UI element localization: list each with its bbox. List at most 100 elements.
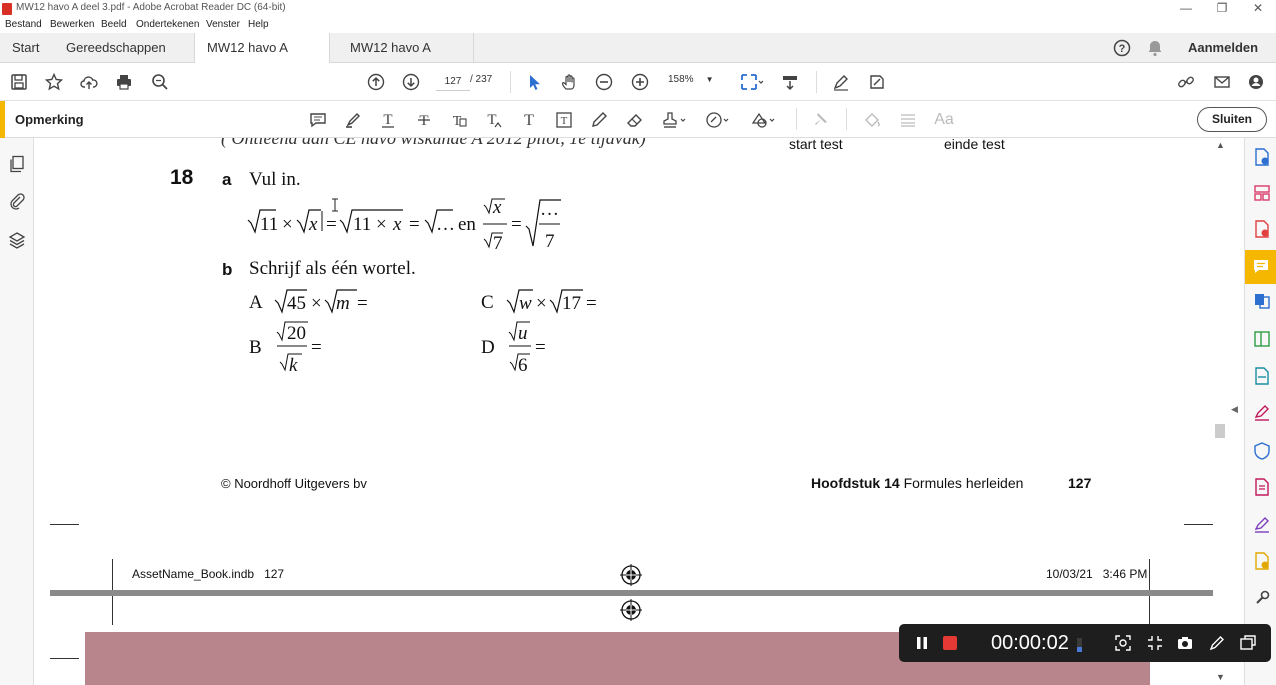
menu-venster[interactable]: Venster: [206, 19, 240, 30]
fill-sign-tool-icon[interactable]: [1253, 404, 1271, 422]
replace-text-icon[interactable]: T: [449, 110, 469, 130]
svg-text:x: x: [392, 214, 402, 235]
toolbar-divider: [510, 71, 511, 93]
close-comment-button[interactable]: Sluiten: [1197, 107, 1267, 132]
option-c-label: C: [481, 292, 494, 313]
minimize-button[interactable]: —: [1168, 0, 1204, 18]
scroll-down-icon[interactable]: ▼: [1216, 672, 1225, 682]
restore-button[interactable]: ❐: [1204, 0, 1240, 18]
strikethrough-text-icon[interactable]: T: [414, 110, 434, 130]
export-pdf-icon[interactable]: [1253, 220, 1271, 238]
registration-mark-icon: [620, 564, 642, 586]
tab-bar: Start Gereedschappen MW12 havo A deel...…: [0, 33, 1276, 85]
add-text-icon[interactable]: T: [519, 110, 539, 130]
bell-icon[interactable]: [1146, 39, 1164, 57]
vertical-scrollbar[interactable]: ▲ ▼: [1213, 138, 1227, 685]
comment-tool-active[interactable]: [1245, 250, 1276, 284]
previous-page-icon[interactable]: [366, 72, 386, 92]
svg-text:=: =: [409, 214, 420, 235]
more-tools-icon[interactable]: [1253, 589, 1271, 607]
stop-record-button[interactable]: [943, 636, 957, 650]
tab-document-active[interactable]: MW12 havo A deel... ✕: [194, 33, 330, 85]
page-number-input[interactable]: 127: [436, 73, 470, 91]
right-tools-rail: [1244, 138, 1276, 685]
toolbar-divider: [846, 108, 847, 130]
page-fit-icon[interactable]: [738, 72, 766, 92]
option-a-label: A: [249, 292, 263, 313]
pages-icon[interactable]: [8, 155, 26, 173]
print-icon[interactable]: [114, 72, 134, 92]
exercise-number: 18: [170, 166, 194, 189]
combine-files-icon[interactable]: [1253, 292, 1271, 310]
svg-text:7: 7: [493, 233, 503, 254]
menu-bestand[interactable]: Bestand: [5, 19, 42, 30]
draw-pen-icon[interactable]: [1209, 635, 1225, 651]
source-note: ( Ontleend aan CE havo wiskunde A 2012 p…: [221, 138, 646, 148]
organize-pages-icon[interactable]: [1253, 184, 1271, 202]
font-style-icon: Aa: [934, 111, 954, 128]
collapse-right-icon[interactable]: ◀: [1231, 404, 1238, 415]
menu-bewerken[interactable]: Bewerken: [50, 19, 94, 30]
next-page-icon[interactable]: [401, 72, 421, 92]
create-pdf-icon[interactable]: [1253, 148, 1271, 166]
zoom-out-icon[interactable]: [594, 72, 614, 92]
layers-icon[interactable]: [8, 231, 26, 249]
save-icon[interactable]: [9, 72, 29, 92]
pencil-icon[interactable]: [589, 110, 609, 130]
sticky-note-icon[interactable]: [308, 110, 328, 130]
pause-icon[interactable]: [915, 636, 929, 650]
menu-help[interactable]: Help: [248, 19, 269, 30]
help-icon[interactable]: ?: [1113, 39, 1131, 57]
scrollbar-thumb[interactable]: [1215, 424, 1225, 438]
highlighter-icon[interactable]: [343, 110, 363, 130]
edit-pdf-icon[interactable]: [1253, 330, 1271, 348]
scroll-up-icon[interactable]: ▲: [1216, 140, 1225, 150]
insert-text-icon[interactable]: T: [484, 110, 504, 130]
sign-pen-icon[interactable]: [831, 72, 851, 92]
hand-tool-icon[interactable]: [559, 72, 579, 92]
svg-text:×: ×: [311, 293, 322, 314]
tab-start[interactable]: Start: [0, 33, 51, 63]
underline-text-icon[interactable]: T: [378, 110, 398, 130]
account-add-icon[interactable]: [1247, 72, 1267, 92]
menu-beeld[interactable]: Beeld: [101, 19, 127, 30]
close-window-button[interactable]: ✕: [1240, 0, 1276, 18]
part-a-label: a: [222, 170, 232, 189]
measure-icon[interactable]: [1253, 516, 1271, 534]
shapes-icon[interactable]: [750, 110, 778, 130]
select-cursor-icon[interactable]: [524, 72, 544, 92]
svg-text:=: =: [326, 214, 337, 235]
zoom-search-icon[interactable]: [150, 72, 170, 92]
tab-document-2[interactable]: MW12 havo A deel...: [338, 33, 474, 85]
protect-icon[interactable]: [1253, 442, 1271, 460]
crop-mark: [50, 524, 79, 525]
minimize-recorder-icon[interactable]: [1147, 635, 1163, 651]
zoom-level-select[interactable]: 158% ▼: [668, 74, 714, 85]
cloud-upload-icon[interactable]: [79, 72, 99, 92]
fill-sign-icon[interactable]: [867, 72, 887, 92]
menu-ondertekenen[interactable]: Ondertekenen: [136, 19, 199, 30]
send-for-review-icon[interactable]: [1253, 478, 1271, 496]
email-icon[interactable]: [1212, 72, 1232, 92]
share-link-icon[interactable]: [1176, 72, 1196, 92]
tab-tools[interactable]: Gereedschappen: [54, 33, 178, 63]
svg-text:u: u: [518, 323, 528, 344]
text-box-icon[interactable]: T: [554, 110, 574, 130]
star-icon[interactable]: [44, 72, 64, 92]
attachments-icon[interactable]: [8, 192, 26, 210]
camera-icon[interactable]: [1177, 635, 1193, 651]
option-b-expression: 20 k =: [276, 321, 322, 376]
stamp-icon[interactable]: [661, 110, 689, 130]
zoom-in-icon[interactable]: [630, 72, 650, 92]
pip-window-icon[interactable]: [1240, 635, 1256, 651]
screenshot-region-icon[interactable]: [1115, 635, 1131, 651]
svg-text:T: T: [383, 112, 392, 128]
svg-text:=: =: [511, 214, 522, 235]
svg-text:m: m: [336, 293, 350, 314]
scan-ocr-icon[interactable]: [1253, 367, 1271, 385]
certificates-icon[interactable]: [1253, 552, 1271, 570]
attach-file-icon[interactable]: [704, 110, 732, 130]
scroll-mode-icon[interactable]: [780, 72, 800, 92]
eraser-icon[interactable]: [624, 110, 644, 130]
signin-link[interactable]: Aanmelden: [1188, 40, 1258, 55]
